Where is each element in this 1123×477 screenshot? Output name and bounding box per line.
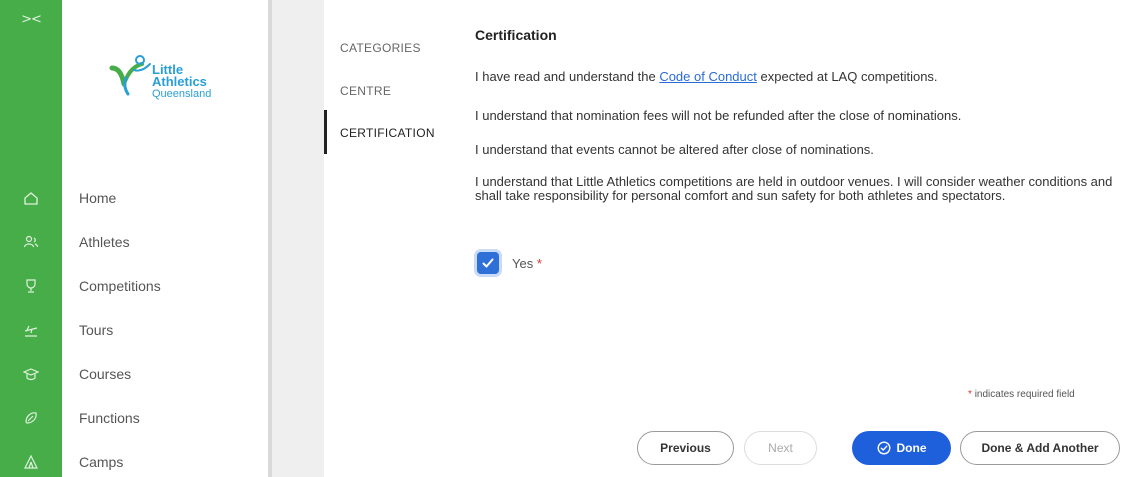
tent-icon[interactable] xyxy=(21,452,41,472)
page-title: Certification xyxy=(475,27,557,43)
required-asterisk: * xyxy=(968,389,972,400)
little-athletics-logo: Little Athletics Queensland xyxy=(108,54,238,114)
sidebar-item-tours[interactable]: Tours xyxy=(79,322,113,338)
done-button-label: Done xyxy=(896,441,927,455)
check-circle-icon xyxy=(876,441,891,455)
sidebar-item-competitions[interactable]: Competitions xyxy=(79,278,161,294)
code-of-conduct-link[interactable]: Code of Conduct xyxy=(659,69,757,84)
sidebar-item-camps[interactable]: Camps xyxy=(79,454,123,470)
sidebar-item-functions[interactable]: Functions xyxy=(79,410,140,426)
logo-text-line3: Queensland xyxy=(152,88,212,100)
icon-rail: >< xyxy=(0,0,62,477)
required-asterisk: * xyxy=(536,256,542,271)
wizard-steps: CATEGORIES CENTRE CERTIFICATION xyxy=(324,0,454,477)
active-step-indicator xyxy=(324,110,327,154)
previous-button[interactable]: Previous xyxy=(637,431,734,465)
sidebar-item-home[interactable]: Home xyxy=(79,190,116,206)
done-button[interactable]: Done xyxy=(852,431,951,465)
step-centre[interactable]: CENTRE xyxy=(340,84,391,98)
collapse-sidebar-icon[interactable]: >< xyxy=(0,12,62,27)
statement-text-end: expected at LAQ competitions. xyxy=(756,69,938,84)
events-statement: I understand that events cannot be alter… xyxy=(475,142,874,157)
content-gutter xyxy=(272,0,324,477)
plane-icon[interactable] xyxy=(21,320,41,340)
agree-checkbox-label[interactable]: Yes * xyxy=(512,256,542,271)
required-field-note: * indicates required field xyxy=(968,389,1075,400)
yes-label-text: Yes xyxy=(512,256,534,271)
trophy-icon[interactable] xyxy=(21,276,41,296)
checkmark-icon xyxy=(482,258,494,268)
code-of-conduct-statement: I have read and understand the Code of C… xyxy=(475,70,1115,84)
graduation-icon[interactable] xyxy=(21,364,41,384)
outdoor-statement: I understand that Little Athletics compe… xyxy=(475,174,1113,203)
step-categories[interactable]: CATEGORIES xyxy=(340,41,421,55)
sidebar-item-athletes[interactable]: Athletes xyxy=(79,234,130,250)
done-add-another-button[interactable]: Done & Add Another xyxy=(960,431,1120,465)
next-button[interactable]: Next xyxy=(744,431,817,465)
logo-text-line2: Athletics xyxy=(152,74,207,89)
refund-statement: I understand that nomination fees will n… xyxy=(475,108,962,123)
home-icon[interactable] xyxy=(21,188,41,208)
agree-checkbox[interactable] xyxy=(477,252,499,274)
tag-icon[interactable] xyxy=(21,408,41,428)
step-certification[interactable]: CERTIFICATION xyxy=(340,126,435,140)
users-icon[interactable] xyxy=(21,232,41,252)
sidebar-item-courses[interactable]: Courses xyxy=(79,366,131,382)
required-note-text: indicates required field xyxy=(974,389,1075,400)
statement-text: I have read and understand the xyxy=(475,69,660,84)
certification-panel: Certification I have read and understand… xyxy=(475,0,1115,477)
